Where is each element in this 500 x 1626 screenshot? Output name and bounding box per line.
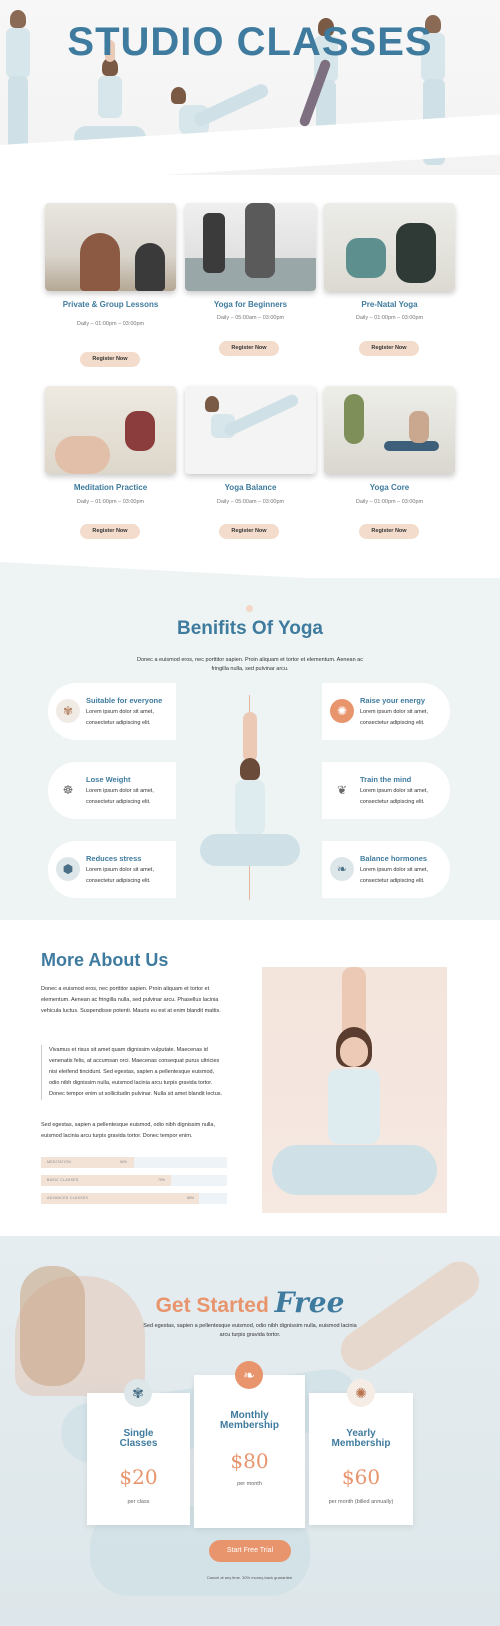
skill-percent: 50% xyxy=(120,1160,128,1164)
plan-price: $60 xyxy=(341,1465,381,1489)
benefit-text: Lorem ipsum dolor sit amet, consectetur … xyxy=(86,788,154,805)
benefit-card: ⬢ Reduces stress Lorem ipsum dolor sit a… xyxy=(48,841,176,898)
pricing-card-monthly[interactable]: ❧ Monthly Membership $80 per month xyxy=(194,1361,305,1528)
skill-label: BASIC CLASSES xyxy=(47,1178,79,1182)
class-image-prenatal[interactable] xyxy=(324,203,455,291)
skill-bar: ADVANCED CLASSES 85% xyxy=(41,1193,227,1204)
class-title: Yoga for Beginners xyxy=(213,300,288,309)
class-time: Daily – 01:00pm – 03:00pm xyxy=(355,315,424,321)
class-image-beginners[interactable] xyxy=(185,203,316,291)
register-button[interactable]: Register Now xyxy=(80,352,140,367)
plan-name: Yearly Membership xyxy=(331,1428,391,1449)
class-title: Private & Group Lessons xyxy=(62,300,159,309)
butterfly-icon: ✾ xyxy=(124,1379,152,1407)
get-started-subtitle: Sed egestas, sapien a pellentesque euism… xyxy=(143,1323,357,1338)
benefits-subtitle: Donec a euismod eros, nec porttitor sapi… xyxy=(137,657,363,672)
leaf-icon: ❧ xyxy=(235,1361,263,1389)
class-time: Daily – 05:00am – 03:00pm xyxy=(216,499,285,505)
plan-name: Monthly Membership xyxy=(220,1410,279,1431)
class-title: Meditation Practice xyxy=(73,483,148,492)
about-image xyxy=(262,967,447,1213)
benefits-title: Benifits Of Yoga xyxy=(176,618,324,639)
skill-percent: 85% xyxy=(187,1196,195,1200)
pricing-card-yearly[interactable]: ✺ Yearly Membership $60 per month (bille… xyxy=(309,1379,413,1525)
plan-period: per class xyxy=(127,1499,150,1505)
class-title: Yoga Core xyxy=(369,483,410,492)
leaf-icon: ❧ xyxy=(330,857,354,881)
benefits-center-figure xyxy=(198,712,302,877)
plan-price: $20 xyxy=(119,1465,158,1489)
get-started-title: Get Started Free xyxy=(0,1286,500,1319)
plan-name: Single Classes xyxy=(119,1428,158,1449)
class-title: Pre-Natal Yoga xyxy=(361,300,418,309)
skill-label: ADVANCED CLASSES xyxy=(47,1196,89,1200)
class-image-core[interactable] xyxy=(324,386,455,474)
pricing-card-single[interactable]: ✾ Single Classes $20 per class xyxy=(87,1379,190,1525)
class-image-meditation[interactable] xyxy=(45,386,176,474)
lotus-icon: ❦ xyxy=(336,783,348,797)
get-started-title-script: Free xyxy=(274,1286,345,1319)
register-button[interactable]: Register Now xyxy=(359,341,419,356)
class-time: Daily – 05:00am – 03:00pm xyxy=(216,315,285,321)
plan-price: $80 xyxy=(230,1449,269,1473)
page-title: STUDIO CLASSES xyxy=(67,20,433,64)
register-button[interactable]: Register Now xyxy=(219,524,279,539)
class-time: Daily – 01:00pm – 03:00pm xyxy=(355,499,424,505)
benefit-text: Lorem ipsum dolor sit amet, consectetur … xyxy=(360,867,428,884)
mandala-icon: ✺ xyxy=(330,699,354,723)
plan-period: per month xyxy=(237,1481,262,1487)
class-time: Daily – 01:00pm – 03:00pm xyxy=(76,321,145,327)
benefit-title: Reduces stress xyxy=(86,854,142,863)
decor-dot xyxy=(246,605,253,612)
register-button[interactable]: Register Now xyxy=(219,341,279,356)
mandala-icon: ✺ xyxy=(347,1379,375,1407)
get-started-title-text: Get Started xyxy=(155,1294,269,1317)
class-title: Yoga Balance xyxy=(224,483,277,492)
benefit-title: Suitable for everyone xyxy=(86,696,163,705)
register-button[interactable]: Register Now xyxy=(359,524,419,539)
meditation-icon: ☸ xyxy=(62,783,74,797)
benefit-text: Lorem ipsum dolor sit amet, consectetur … xyxy=(86,709,154,726)
skill-percent: 70% xyxy=(158,1178,166,1182)
skill-bar: BASIC CLASSES 70% xyxy=(41,1175,227,1186)
benefit-title: Balance hormones xyxy=(360,854,428,863)
benefit-title: Raise your energy xyxy=(360,696,426,705)
about-paragraph: Donec a euismod eros, nec porttitor sapi… xyxy=(41,986,221,1014)
benefit-title: Train the mind xyxy=(360,775,412,784)
benefit-title: Lose Weight xyxy=(86,775,131,784)
benefit-text: Lorem ipsum dolor sit amet, consectetur … xyxy=(360,788,428,805)
benefit-card: ❦ Train the mind Lorem ipsum dolor sit a… xyxy=(322,762,450,819)
skill-label: MEDITATION xyxy=(47,1160,72,1164)
benefit-card: ☸ Lose Weight Lorem ipsum dolor sit amet… xyxy=(48,762,176,819)
register-button[interactable]: Register Now xyxy=(80,524,140,539)
lotus-badge-icon: ⬢ xyxy=(56,857,80,881)
class-time: Daily – 01:00pm – 03:00pm xyxy=(76,499,145,505)
benefit-card: ✾ Suitable for everyone Lorem ipsum dolo… xyxy=(48,683,176,740)
about-quote: Vivamus et risus sit amet quam dignissim… xyxy=(41,1045,226,1100)
start-free-trial-button[interactable]: Start Free Trial xyxy=(209,1540,291,1562)
guarantee-note: Cancel at any time. 30% money-back guara… xyxy=(206,1575,294,1580)
about-title: More About Us xyxy=(41,950,169,970)
benefit-text: Lorem ipsum dolor sit amet, consectetur … xyxy=(86,867,154,884)
class-image-balance[interactable] xyxy=(185,386,316,474)
class-image-private-group[interactable] xyxy=(45,203,176,291)
plan-period: per month (billed annually) xyxy=(328,1499,394,1505)
benefit-card: ❧ Balance hormones Lorem ipsum dolor sit… xyxy=(322,841,450,898)
about-paragraph: Sed egestas, sapien a pellentesque euism… xyxy=(41,1122,215,1139)
skill-bar: MEDITATION 50% xyxy=(41,1157,227,1168)
benefit-card: ✺ Raise your energy Lorem ipsum dolor si… xyxy=(322,683,450,740)
benefit-text: Lorem ipsum dolor sit amet, consectetur … xyxy=(360,709,428,726)
butterfly-icon: ✾ xyxy=(56,699,80,723)
